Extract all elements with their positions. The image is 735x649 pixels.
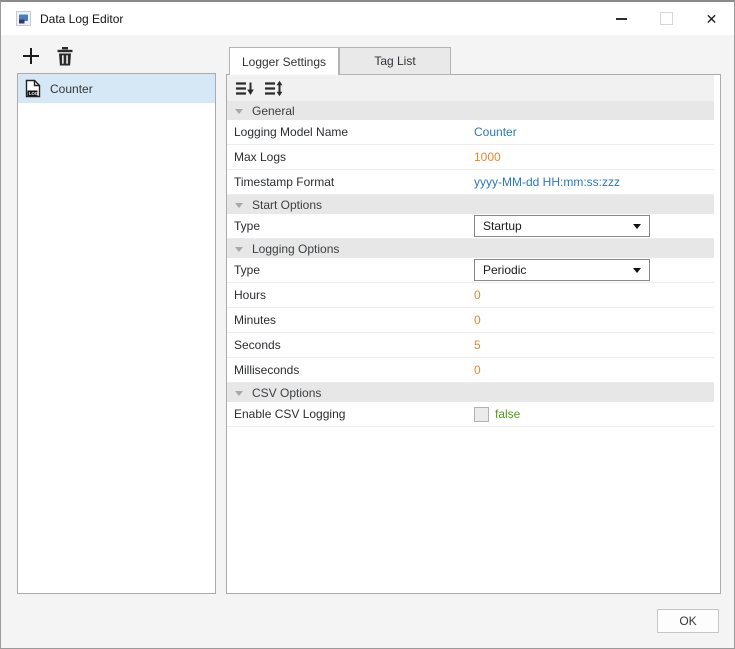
chevron-down-icon [633,224,641,229]
prop-label: Seconds [227,338,474,352]
seconds-value[interactable]: 5 [474,338,481,352]
close-button[interactable]: ✕ [689,2,734,35]
start-type-dropdown[interactable]: Startup [474,215,650,237]
app-icon [16,11,31,26]
collapse-triangle-icon [235,203,243,208]
tab-tag-list[interactable]: Tag List [339,47,451,75]
prop-label: Milliseconds [227,363,474,377]
window-title: Data Log Editor [40,12,123,26]
prop-label: Max Logs [227,150,474,164]
data-log-editor-window: Data Log Editor ✕ [0,0,735,649]
trash-icon [56,46,74,67]
prop-label: Enable CSV Logging [227,407,474,421]
row-hours: Hours 0 [227,283,714,308]
section-csv-options[interactable]: CSV Options [227,383,714,402]
logging-model-name-value[interactable]: Counter [474,125,517,139]
enable-csv-logging-value: false [495,407,520,421]
log-document-icon: LOG [25,79,41,98]
ok-button[interactable]: OK [657,609,719,633]
logger-settings-panel: General Logging Model Name Counter Max L… [226,74,721,594]
section-title: CSV Options [252,386,321,400]
row-start-type: Type Startup [227,214,714,239]
minimize-icon [616,18,627,20]
sort-categorized-button[interactable] [234,79,254,97]
row-milliseconds: Milliseconds 0 [227,358,714,383]
row-seconds: Seconds 5 [227,333,714,358]
section-title: General [252,104,295,118]
row-timestamp-format: Timestamp Format yyyy-MM-dd HH:mm:ss:zzz [227,170,714,195]
chevron-down-icon [633,268,641,273]
prop-label: Type [227,219,474,233]
collapse-triangle-icon [235,247,243,252]
prop-label: Hours [227,288,474,302]
sort-categorized-icon [235,80,254,97]
title-bar: Data Log Editor ✕ [1,2,734,35]
row-max-logs: Max Logs 1000 [227,145,714,170]
row-logging-type: Type Periodic [227,258,714,283]
delete-logger-button[interactable] [53,44,77,68]
timestamp-format-value[interactable]: yyyy-MM-dd HH:mm:ss:zzz [474,175,620,189]
section-title: Logging Options [252,242,339,256]
minutes-value[interactable]: 0 [474,313,481,327]
maximize-icon [660,12,673,25]
logger-list-item-counter[interactable]: LOG Counter [18,74,215,103]
logger-item-label: Counter [50,82,93,96]
collapse-triangle-icon [235,391,243,396]
row-enable-csv-logging: Enable CSV Logging false [227,402,714,427]
section-general[interactable]: General [227,101,714,120]
add-logger-button[interactable] [19,44,43,68]
logging-type-dropdown[interactable]: Periodic [474,259,650,281]
svg-text:LOG: LOG [29,91,38,96]
max-logs-value[interactable]: 1000 [474,150,501,164]
prop-label: Minutes [227,313,474,327]
collapse-triangle-icon [235,109,243,114]
logger-list-toolbar [19,44,77,68]
minimize-button[interactable] [599,2,644,35]
prop-label: Type [227,263,474,277]
hours-value[interactable]: 0 [474,288,481,302]
property-grid-toolbar [227,75,714,101]
enable-csv-logging-checkbox[interactable] [474,407,489,422]
dropdown-selected-value: Periodic [483,263,526,277]
section-title: Start Options [252,198,322,212]
sort-alphabetical-button[interactable] [263,79,283,97]
maximize-button[interactable] [644,2,689,35]
close-icon: ✕ [706,12,718,26]
sort-alphabetical-icon [264,80,283,97]
row-minutes: Minutes 0 [227,308,714,333]
dropdown-selected-value: Startup [483,219,522,233]
section-logging-options[interactable]: Logging Options [227,239,714,258]
prop-label: Logging Model Name [227,125,474,139]
milliseconds-value[interactable]: 0 [474,363,481,377]
plus-icon [21,46,41,66]
section-start-options[interactable]: Start Options [227,195,714,214]
row-logging-model-name: Logging Model Name Counter [227,120,714,145]
prop-label: Timestamp Format [227,175,474,189]
logger-list: LOG Counter [17,73,216,594]
tab-logger-settings[interactable]: Logger Settings [229,47,339,75]
